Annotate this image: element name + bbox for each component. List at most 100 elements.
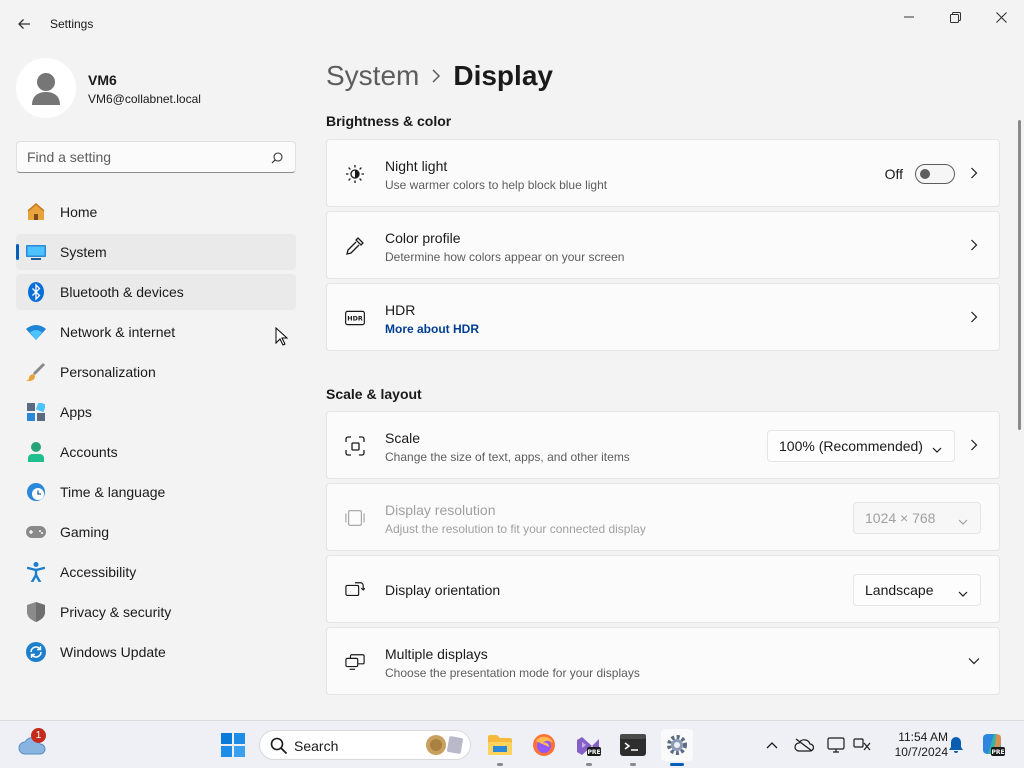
night-light-card[interactable]: Night light Use warmer colors to help bl… — [326, 139, 1000, 207]
chevron-down-icon — [932, 441, 942, 457]
update-icon — [26, 642, 46, 662]
avatar — [16, 58, 76, 118]
user-email: VM6@collabnet.local — [88, 92, 201, 106]
running-indicator — [630, 763, 636, 766]
onedrive-tray-button[interactable] — [794, 735, 814, 755]
color-profile-card[interactable]: Color profile Determine how colors appea… — [326, 211, 1000, 279]
orientation-icon — [345, 580, 365, 600]
night-light-subtitle: Use warmer colors to help block blue lig… — [385, 178, 608, 192]
copilot-icon: PRE — [983, 734, 1005, 756]
network-icon — [853, 738, 871, 751]
notification-badge: 1 — [31, 728, 46, 743]
clock-time: 11:54 AM — [898, 730, 948, 744]
apps-icon — [26, 402, 46, 422]
sidebar-item-bluetooth[interactable]: Bluetooth & devices — [16, 274, 296, 310]
resolution-dropdown-value: 1024 × 768 — [865, 510, 936, 526]
chevron-down-icon[interactable] — [967, 654, 981, 668]
sidebar-item-time-language[interactable]: Time & language — [16, 474, 296, 510]
sidebar-item-label: System — [60, 244, 107, 260]
sidebar-item-label: Network & internet — [60, 324, 176, 340]
more-about-hdr-link[interactable]: More about HDR — [385, 322, 479, 336]
selection-indicator — [16, 244, 19, 260]
windows-logo-icon — [221, 733, 245, 757]
sidebar-item-personalization[interactable]: Personalization — [16, 354, 296, 390]
cloud-offline-icon — [794, 738, 814, 752]
svg-text:PRE: PRE — [587, 749, 600, 756]
display-orientation-title: Display orientation — [385, 582, 501, 598]
svg-text:PRE: PRE — [991, 749, 1004, 756]
sidebar-item-network[interactable]: Network & internet — [16, 314, 296, 350]
chevron-right-icon — [431, 69, 441, 83]
bell-icon — [949, 737, 963, 753]
sidebar-nav: Home System Bluetooth & devices Network … — [16, 194, 296, 674]
gear-icon — [667, 735, 687, 755]
svg-text:HDR: HDR — [347, 316, 363, 323]
running-indicator — [497, 763, 503, 766]
night-light-toggle[interactable] — [915, 164, 955, 184]
taskbar-search-label: Search — [294, 738, 339, 754]
sidebar-item-system[interactable]: System — [16, 234, 296, 270]
folder-icon — [488, 735, 512, 755]
scale-subtitle: Change the size of text, apps, and other… — [385, 450, 630, 464]
color-profile-subtitle: Determine how colors appear on your scre… — [385, 250, 625, 264]
section-title-scale-layout: Scale & layout — [326, 386, 422, 402]
home-icon — [26, 202, 46, 222]
copilot-button[interactable]: PRE — [976, 729, 1008, 761]
hdr-card[interactable]: HDR HDR More about HDR — [326, 283, 1000, 351]
sidebar-item-accessibility[interactable]: Accessibility — [16, 554, 296, 590]
settings-search-box[interactable] — [16, 141, 296, 173]
settings-taskbar-button[interactable] — [661, 729, 693, 761]
display-tray-button[interactable] — [826, 735, 846, 755]
scale-dropdown[interactable]: 100% (Recommended) — [767, 430, 955, 462]
scale-card[interactable]: Scale Change the size of text, apps, and… — [326, 411, 1000, 479]
close-button[interactable] — [978, 4, 1024, 30]
search-highlight-icon — [426, 735, 463, 755]
chevron-down-icon — [958, 585, 968, 601]
scale-title: Scale — [385, 430, 421, 446]
user-profile[interactable]: VM6 VM6@collabnet.local — [16, 58, 296, 118]
file-explorer-button[interactable] — [484, 729, 516, 761]
multiple-displays-subtitle: Choose the presentation mode for your di… — [385, 666, 640, 680]
app-title: Settings — [50, 17, 94, 31]
scrollbar[interactable] — [1018, 120, 1021, 430]
hdr-title: HDR — [385, 302, 416, 318]
multiple-displays-card[interactable]: Multiple displays Choose the presentatio… — [326, 627, 1000, 695]
display-resolution-card: Display resolution Adjust the resolution… — [326, 483, 1000, 551]
taskbar: 1 Search PRE 11:54 AM 10/7/2024 PRE — [0, 720, 1024, 768]
scale-dropdown-value: 100% (Recommended) — [779, 438, 923, 454]
sidebar-item-apps[interactable]: Apps — [16, 394, 296, 430]
back-button[interactable] — [10, 12, 38, 36]
back-arrow-icon — [18, 19, 30, 29]
sidebar-item-windows-update[interactable]: Windows Update — [16, 634, 296, 670]
resolution-dropdown: 1024 × 768 — [853, 502, 981, 534]
minimize-button[interactable] — [886, 4, 932, 30]
sidebar-item-label: Accounts — [60, 444, 118, 460]
taskbar-search[interactable]: Search — [259, 730, 471, 760]
sidebar-item-label: Gaming — [60, 524, 110, 540]
restore-icon — [949, 11, 961, 23]
visual-studio-button[interactable]: PRE — [572, 729, 604, 761]
search-input[interactable] — [27, 149, 267, 165]
orientation-dropdown[interactable]: Landscape — [853, 574, 981, 606]
notifications-button[interactable] — [946, 735, 966, 755]
firefox-button[interactable] — [528, 729, 560, 761]
running-indicator-active — [670, 763, 684, 766]
sidebar-item-home[interactable]: Home — [16, 194, 296, 230]
taskbar-clock[interactable]: 11:54 AM 10/7/2024 — [878, 730, 948, 760]
sidebar-item-privacy[interactable]: Privacy & security — [16, 594, 296, 630]
gamepad-icon — [26, 522, 46, 542]
start-button[interactable] — [217, 729, 249, 761]
network-tray-button[interactable] — [852, 735, 872, 755]
sidebar-item-gaming[interactable]: Gaming — [16, 514, 296, 550]
terminal-button[interactable] — [617, 729, 649, 761]
breadcrumb-parent[interactable]: System — [326, 60, 419, 92]
search-icon[interactable] — [271, 151, 283, 169]
user-silhouette-icon — [16, 58, 76, 118]
display-resolution-title: Display resolution — [385, 502, 496, 518]
show-hidden-icons-button[interactable] — [762, 735, 782, 755]
chevron-right-icon — [967, 166, 981, 180]
minimize-icon — [904, 16, 914, 18]
sidebar-item-accounts[interactable]: Accounts — [16, 434, 296, 470]
color-profile-title: Color profile — [385, 230, 461, 246]
restore-button[interactable] — [932, 4, 978, 30]
